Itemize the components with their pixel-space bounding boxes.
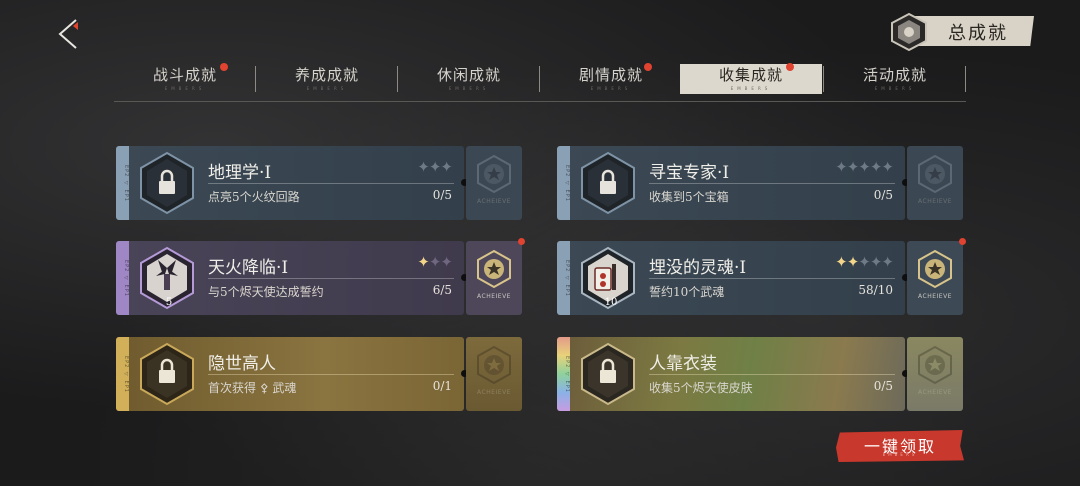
tab-sub: EMBERS bbox=[590, 86, 632, 91]
stripe-label: EP2 ◁ EP1 bbox=[123, 164, 129, 202]
achievement-title: 隐世高人 bbox=[208, 354, 276, 374]
divider bbox=[649, 374, 895, 375]
level-badge: 5 bbox=[165, 297, 173, 308]
achievement-title: 天火降临·I bbox=[208, 258, 289, 278]
claim-all-button[interactable]: 一键领取 EMBERS bbox=[836, 430, 964, 462]
total-achievements-label: 总成就 bbox=[948, 23, 1008, 44]
tab-sub: EMBERS bbox=[874, 86, 916, 91]
achievement-progress: 58/10 bbox=[858, 283, 893, 297]
tab-underline bbox=[114, 101, 966, 102]
achievement-desc: 誓约10个武魂 bbox=[649, 285, 725, 299]
back-arrow-icon bbox=[58, 19, 78, 49]
divider bbox=[208, 278, 454, 279]
claim-all-sub: EMBERS bbox=[882, 452, 918, 457]
back-button[interactable] bbox=[56, 18, 80, 50]
achievement-desc: 与5个烬天使达成誓约 bbox=[208, 285, 324, 299]
achievement-claim-slot[interactable]: ACHEIEVE bbox=[907, 146, 963, 220]
stripe-label: EP2 ◁ EP1 bbox=[123, 259, 129, 297]
achieve-caption: ACHEIEVE bbox=[477, 198, 511, 205]
star-rating: ✦✦✦ bbox=[417, 253, 453, 271]
achievement-desc: 收集5个烬天使皮肤 bbox=[649, 381, 753, 395]
star-medal-icon bbox=[918, 345, 952, 385]
locked-achievement-icon bbox=[140, 151, 194, 215]
notification-dot bbox=[644, 63, 652, 71]
tab-label: 养成成就 bbox=[294, 66, 359, 84]
achieve-caption: ACHEIEVE bbox=[477, 389, 511, 396]
tab-collection[interactable]: 收集成就 EMBERS bbox=[680, 63, 822, 94]
total-achievements-button[interactable]: 总成就 bbox=[888, 12, 1038, 52]
star-rating: ✦✦✦✦✦ bbox=[835, 158, 894, 176]
card-body: EP2 ◁ EP1 人靠衣装 收集5个烬天使皮肤 0/5 bbox=[557, 337, 905, 411]
achieve-caption: ACHEIEVE bbox=[918, 198, 952, 205]
tab-sub: EMBERS bbox=[730, 86, 772, 91]
tab-story[interactable]: 剧情成就 EMBERS bbox=[540, 63, 682, 94]
tab-growth[interactable]: 养成成就 EMBERS bbox=[256, 64, 398, 94]
achievement-desc: 点亮5个火纹回路 bbox=[208, 190, 300, 204]
achievement-progress: 0/5 bbox=[873, 188, 893, 202]
star-medal-icon bbox=[477, 249, 511, 289]
tab-leisure[interactable]: 休闲成就 EMBERS bbox=[398, 64, 540, 94]
tab-label: 剧情成就 bbox=[578, 66, 643, 84]
star-medal-icon bbox=[918, 249, 952, 289]
achieve-caption: ACHEIEVE bbox=[918, 293, 952, 300]
divider bbox=[649, 183, 895, 184]
tab-label: 休闲成就 bbox=[436, 66, 501, 84]
achievement-desc: 收集到5个宝箱 bbox=[649, 190, 729, 204]
achievement-progress: 0/5 bbox=[432, 188, 452, 202]
achievement-progress: 0/1 bbox=[432, 379, 452, 393]
stripe-label: EP2 ◁ EP1 bbox=[564, 164, 570, 202]
tab-label: 活动成就 bbox=[862, 66, 927, 84]
divider bbox=[208, 183, 454, 184]
achievement-claim-slot[interactable]: ACHEIEVE bbox=[466, 146, 522, 220]
notification-dot bbox=[959, 238, 966, 245]
card-body: EP2 ◁ EP1 寻宝专家·I ✦✦✦✦✦ 收集到5个宝箱 0/5 bbox=[557, 146, 905, 220]
achievement-progress: 0/5 bbox=[873, 379, 893, 393]
locked-achievement-icon bbox=[140, 342, 194, 406]
achievement-progress: 6/5 bbox=[432, 283, 452, 297]
stripe-label: EP2 ◁ EP1 bbox=[564, 355, 570, 393]
card-body: EP2 ◁ EP1 隐世高人 首次获得 ⚴ 武魂 0/1 bbox=[116, 337, 464, 411]
stripe-label: EP2 ◁ EP1 bbox=[123, 355, 129, 393]
level-badge: 10 bbox=[604, 297, 618, 308]
achievement-desc: 首次获得 ⚴ 武魂 bbox=[208, 381, 297, 395]
achievement-title: 人靠衣装 bbox=[649, 354, 717, 374]
stripe-label: EP2 ◁ EP1 bbox=[564, 259, 570, 297]
tab-sub: EMBERS bbox=[306, 86, 348, 91]
achieve-caption: ACHEIEVE bbox=[918, 389, 952, 396]
divider bbox=[208, 374, 454, 375]
emblem-icon bbox=[891, 12, 927, 52]
star-rating: ✦✦✦ bbox=[417, 158, 453, 176]
achievement-claim-slot[interactable]: ACHEIEVE bbox=[466, 241, 522, 315]
tab-event[interactable]: 活动成就 EMBERS bbox=[824, 64, 966, 94]
tab-sub: EMBERS bbox=[164, 86, 206, 91]
achievement-title: 埋没的灵魂·I bbox=[649, 258, 747, 278]
star-medal-icon bbox=[477, 345, 511, 385]
star-medal-icon bbox=[477, 154, 511, 194]
locked-achievement-icon bbox=[581, 151, 635, 215]
star-rating: ✦✦✦✦✦ bbox=[835, 253, 894, 271]
achievement-title: 寻宝专家·I bbox=[649, 163, 730, 183]
achievement-tabs: 战斗成就 EMBERS 养成成就 EMBERS 休闲成就 EMBERS 剧情成就… bbox=[114, 63, 966, 94]
divider bbox=[649, 278, 895, 279]
tab-sub: EMBERS bbox=[448, 86, 490, 91]
achievement-title: 地理学·I bbox=[208, 163, 272, 183]
tab-combat[interactable]: 战斗成就 EMBERS bbox=[114, 63, 256, 94]
card-body: EP2 ◁ EP1 地理学·I ✦✦✦ 点亮5个火纹回路 0/5 bbox=[116, 146, 464, 220]
star-medal-icon bbox=[918, 154, 952, 194]
notification-dot bbox=[786, 63, 794, 71]
tab-label: 战斗成就 bbox=[152, 66, 217, 84]
achievement-claim-slot[interactable]: ACHEIEVE bbox=[907, 241, 963, 315]
tab-divider bbox=[965, 66, 966, 92]
notification-dot bbox=[518, 238, 525, 245]
card-body: EP2 ◁ EP1 10 埋没的灵魂·I ✦✦✦✦✦ 誓约10个武魂 58/10 bbox=[557, 241, 905, 315]
tab-label: 收集成就 bbox=[718, 66, 783, 84]
notification-dot bbox=[220, 63, 228, 71]
achieve-caption: ACHEIEVE bbox=[477, 293, 511, 300]
achievement-claim-slot[interactable]: ACHEIEVE bbox=[466, 337, 522, 411]
achievement-claim-slot[interactable]: ACHEIEVE bbox=[907, 337, 963, 411]
locked-achievement-icon bbox=[581, 342, 635, 406]
card-body: EP2 ◁ EP1 5 天火降临·I ✦✦✦ 与5个烬天使达成誓约 6/5 bbox=[116, 241, 464, 315]
